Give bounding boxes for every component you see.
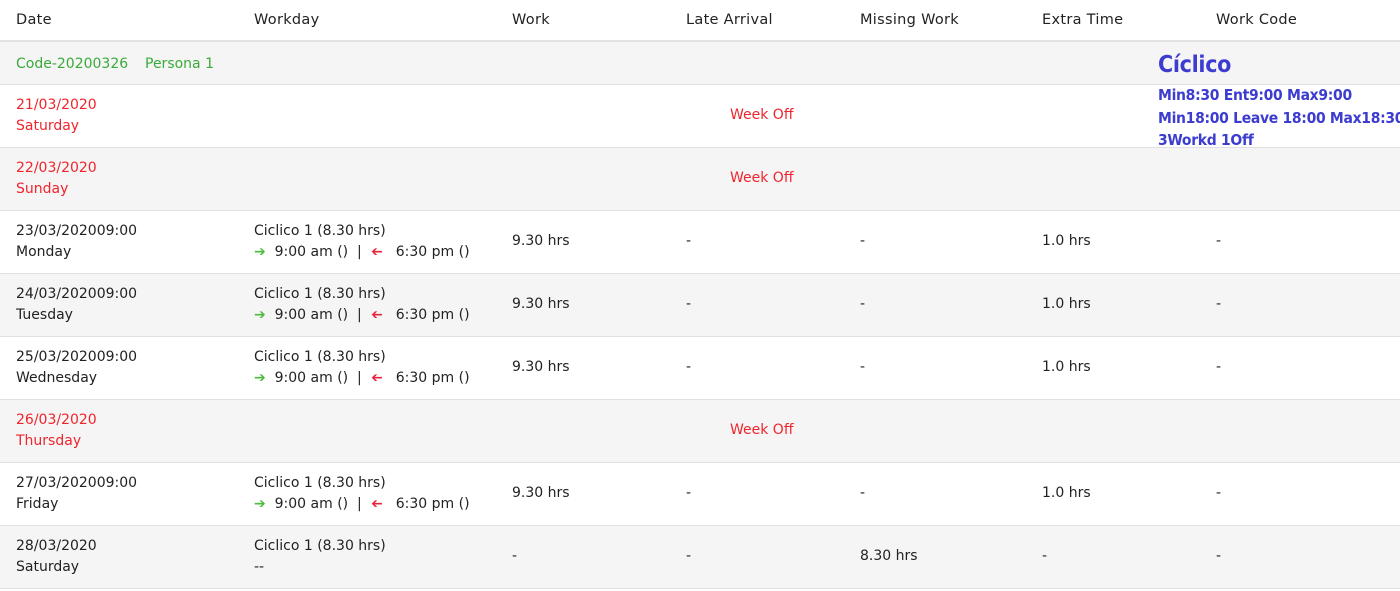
overlay-title: Cíclico xyxy=(1158,52,1232,78)
overlay-line: Min18:00 Leave 18:00 Max18:30 xyxy=(1158,109,1400,127)
work-hours: 9.30 hrs xyxy=(512,485,570,501)
group-person: Persona 1 xyxy=(145,56,214,72)
arrow-right-icon: ➔ xyxy=(254,496,266,512)
week-off-label: Week Off xyxy=(730,422,794,438)
missing-work: - xyxy=(860,296,866,312)
shift-name: Ciclico 1 (8.30 hrs) xyxy=(254,475,386,491)
late-arrival: - xyxy=(686,359,692,375)
punch-times: ➔ 9:00 am () | ➔ 6:30 pm () xyxy=(254,305,470,326)
row-day: Tuesday xyxy=(16,307,73,323)
work-hours: - xyxy=(512,548,518,564)
punch-times: ➔ 9:00 am () | ➔ 6:30 pm () xyxy=(254,494,470,515)
punch-out: 6:30 pm () xyxy=(395,496,470,512)
punch-times: ➔ 9:00 am () | ➔ 6:30 pm () xyxy=(254,242,470,263)
punch-in: 9:00 am () xyxy=(274,244,349,260)
table-row[interactable]: 22/03/2020 Sunday Week Off xyxy=(0,148,1400,211)
col-workday[interactable]: Workday xyxy=(254,12,320,28)
row-date: 25/03/202009:00 xyxy=(16,349,138,365)
row-day: Wednesday xyxy=(16,370,98,386)
arrow-left-icon: ➔ xyxy=(370,370,383,386)
row-day: Friday xyxy=(16,496,59,512)
missing-work: - xyxy=(860,485,866,501)
extra-time: 1.0 hrs xyxy=(1042,233,1091,249)
punch-in: 9:00 am () xyxy=(274,496,349,512)
table-row[interactable]: 25/03/202009:00 Wednesday Ciclico 1 (8.3… xyxy=(0,337,1400,400)
group-code: Code-20200326 xyxy=(16,56,129,72)
punch-out: 6:30 pm () xyxy=(395,307,470,323)
shift-name: Ciclico 1 (8.30 hrs) xyxy=(254,223,386,239)
table-row[interactable]: 28/03/2020 Saturday Ciclico 1 (8.30 hrs)… xyxy=(0,526,1400,589)
arrow-left-icon: ➔ xyxy=(370,496,383,512)
arrow-right-icon: ➔ xyxy=(254,370,266,386)
week-off-label: Week Off xyxy=(730,170,794,186)
punch-empty: -- xyxy=(254,559,265,575)
work-code: - xyxy=(1216,296,1222,312)
late-arrival: - xyxy=(686,485,692,501)
extra-time: 1.0 hrs xyxy=(1042,485,1091,501)
table-row[interactable]: 23/03/202009:00 Monday Ciclico 1 (8.30 h… xyxy=(0,211,1400,274)
shift-name: Ciclico 1 (8.30 hrs) xyxy=(254,538,386,554)
row-day: Saturday xyxy=(16,559,80,575)
separator: | xyxy=(357,244,362,260)
separator: | xyxy=(357,307,362,323)
table-header: Date Workday Work Late Arrival Missing W… xyxy=(0,0,1400,42)
extra-time: - xyxy=(1042,548,1048,564)
arrow-left-icon: ➔ xyxy=(370,244,383,260)
work-hours: 9.30 hrs xyxy=(512,233,570,249)
col-work[interactable]: Work xyxy=(512,12,550,28)
work-hours: 9.30 hrs xyxy=(512,359,570,375)
row-day: Monday xyxy=(16,244,72,260)
late-arrival: - xyxy=(686,296,692,312)
overlay-line: 3Workd 1Off xyxy=(1158,131,1254,149)
row-date: 21/03/2020 xyxy=(16,97,97,113)
arrow-right-icon: ➔ xyxy=(254,244,266,260)
separator: | xyxy=(357,370,362,386)
table-row[interactable]: 27/03/202009:00 Friday Ciclico 1 (8.30 h… xyxy=(0,463,1400,526)
row-day: Sunday xyxy=(16,181,69,197)
row-date: 23/03/202009:00 xyxy=(16,223,138,239)
table-row[interactable]: 24/03/202009:00 Tuesday Ciclico 1 (8.30 … xyxy=(0,274,1400,337)
overlay-line: Min8:30 Ent9:00 Max9:00 xyxy=(1158,86,1352,104)
row-day: Saturday xyxy=(16,118,80,134)
separator: | xyxy=(357,496,362,512)
punch-in: 9:00 am () xyxy=(274,307,349,323)
table-row[interactable]: 26/03/2020 Thursday Week Off xyxy=(0,400,1400,463)
extra-time: 1.0 hrs xyxy=(1042,296,1091,312)
col-extra-time[interactable]: Extra Time xyxy=(1042,12,1123,28)
arrow-left-icon: ➔ xyxy=(370,307,383,323)
row-date: 26/03/2020 xyxy=(16,412,97,428)
punch-out: 6:30 pm () xyxy=(395,244,470,260)
missing-work: - xyxy=(860,233,866,249)
shift-name: Ciclico 1 (8.30 hrs) xyxy=(254,349,386,365)
punch-times: ➔ 9:00 am () | ➔ 6:30 pm () xyxy=(254,368,470,389)
col-work-code[interactable]: Work Code xyxy=(1216,12,1297,28)
col-date[interactable]: Date xyxy=(16,12,52,28)
shift-name: Ciclico 1 (8.30 hrs) xyxy=(254,286,386,302)
work-code: - xyxy=(1216,485,1222,501)
punch-out: 6:30 pm () xyxy=(395,370,470,386)
row-date: 22/03/2020 xyxy=(16,160,97,176)
work-code: - xyxy=(1216,359,1222,375)
punch-in: 9:00 am () xyxy=(274,370,349,386)
work-hours: 9.30 hrs xyxy=(512,296,570,312)
col-missing-work[interactable]: Missing Work xyxy=(860,12,959,28)
late-arrival: - xyxy=(686,548,692,564)
missing-work: - xyxy=(860,359,866,375)
row-date: 27/03/202009:00 xyxy=(16,475,138,491)
work-code: - xyxy=(1216,548,1222,564)
extra-time: 1.0 hrs xyxy=(1042,359,1091,375)
arrow-right-icon: ➔ xyxy=(254,307,266,323)
col-late-arrival[interactable]: Late Arrival xyxy=(686,12,773,28)
row-date: 24/03/202009:00 xyxy=(16,286,138,302)
missing-work: 8.30 hrs xyxy=(860,548,918,564)
row-day: Thursday xyxy=(16,433,82,449)
late-arrival: - xyxy=(686,233,692,249)
week-off-label: Week Off xyxy=(730,107,794,123)
work-code: - xyxy=(1216,233,1222,249)
row-date: 28/03/2020 xyxy=(16,538,97,554)
